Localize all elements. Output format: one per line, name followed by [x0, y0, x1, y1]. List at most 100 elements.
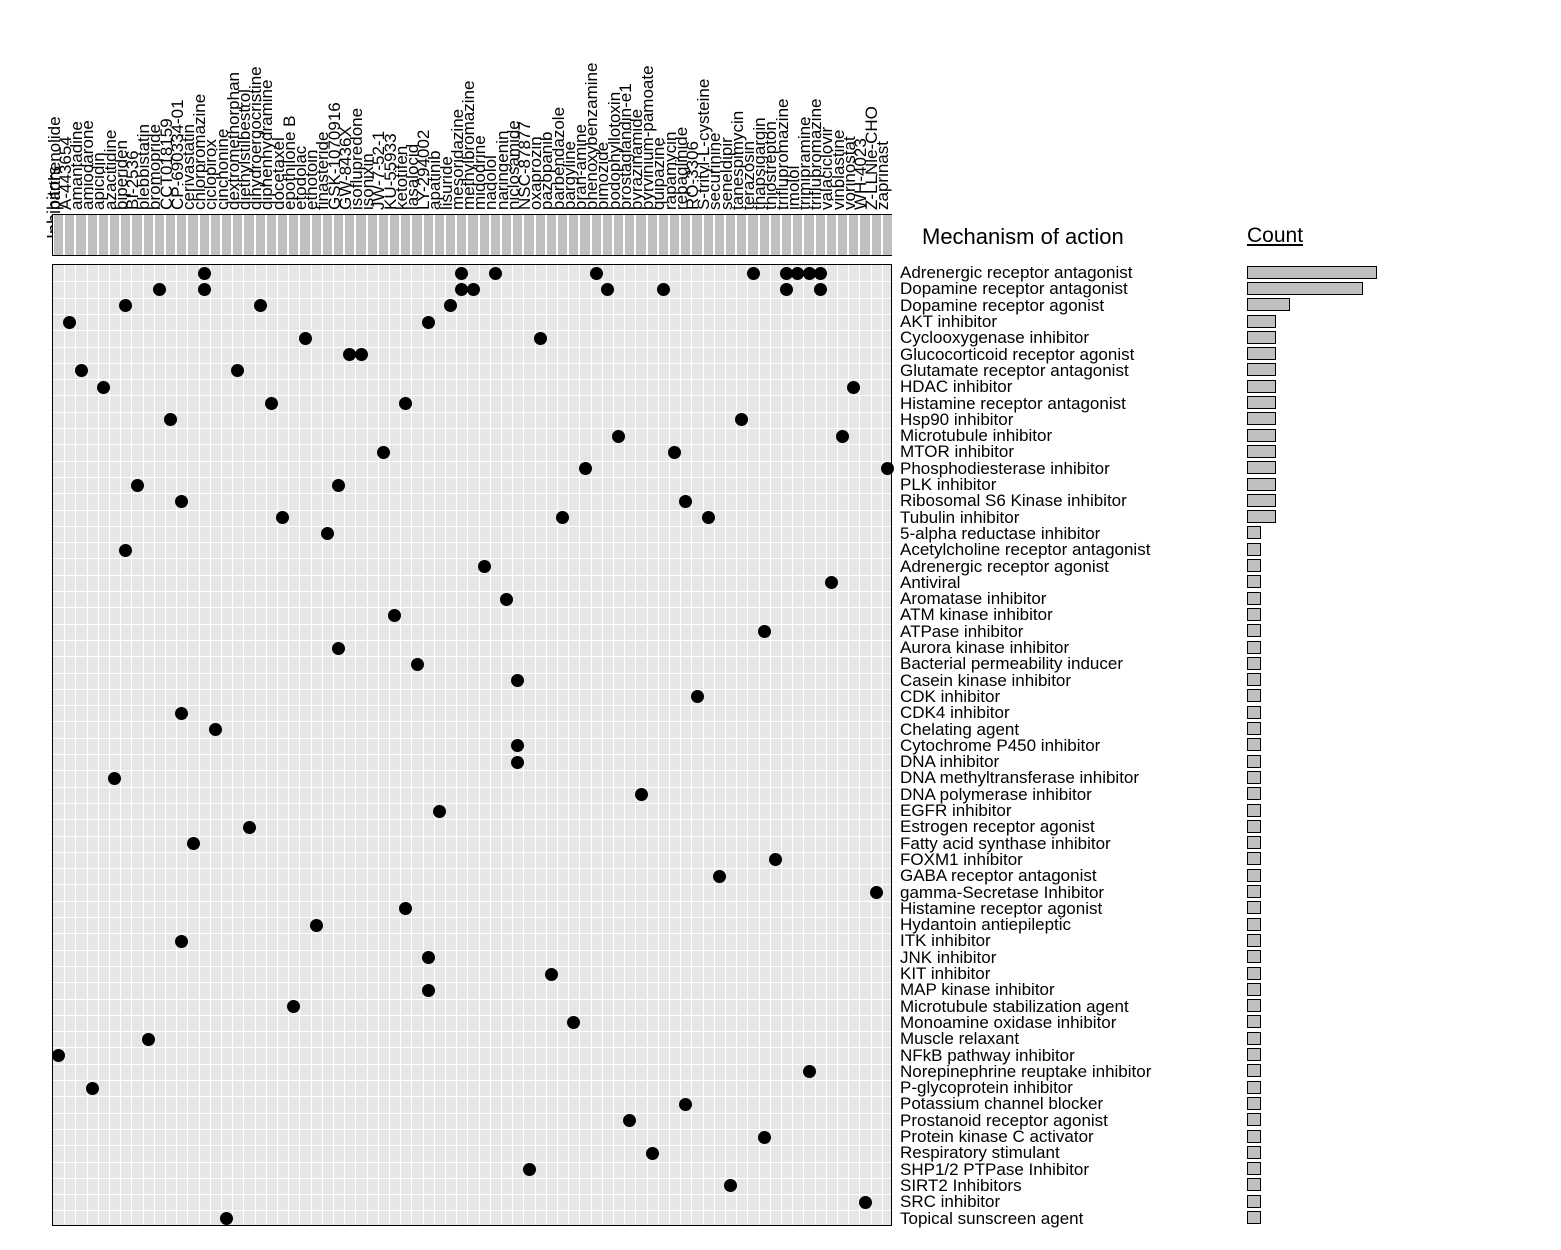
- matrix-dot: [175, 495, 188, 508]
- matrix-dot: [612, 430, 625, 443]
- matrix-dot: [422, 951, 435, 964]
- header-cell: [434, 215, 445, 255]
- count-bar: [1247, 592, 1261, 605]
- matrix-dot: [399, 902, 412, 915]
- header-cell: [658, 215, 669, 255]
- matrix-dot: [511, 674, 524, 687]
- matrix-dot: [713, 870, 726, 883]
- header-cell: [759, 215, 770, 255]
- header-cell: [87, 215, 98, 255]
- row-label: HDAC inhibitor: [900, 378, 1012, 395]
- matrix-dot: [489, 267, 502, 280]
- matrix-dot: [500, 593, 513, 606]
- matrix-dot: [198, 267, 211, 280]
- header-cell: [221, 215, 232, 255]
- count-bar: [1247, 1097, 1261, 1110]
- header-cell: [199, 215, 210, 255]
- count-bar: [1247, 885, 1261, 898]
- matrix-dot: [299, 332, 312, 345]
- matrix-dot: [220, 1212, 233, 1225]
- count-bar: [1247, 689, 1261, 702]
- header-cell: [568, 215, 579, 255]
- count-bar: [1247, 999, 1261, 1012]
- count-bar: [1247, 624, 1261, 637]
- matrix-dot: [803, 1065, 816, 1078]
- count-bar: [1247, 722, 1261, 735]
- matrix-dot: [243, 821, 256, 834]
- header-cell: [602, 215, 613, 255]
- row-label: Acetylcholine receptor antagonist: [900, 541, 1150, 558]
- header-cell: [546, 215, 557, 255]
- matrix-dot: [847, 381, 860, 394]
- count-bar: [1247, 673, 1261, 686]
- header-cell: [736, 215, 747, 255]
- header-cell: [781, 215, 792, 255]
- header-cell: [154, 215, 165, 255]
- header-cell: [669, 215, 680, 255]
- matrix-dot: [803, 267, 816, 280]
- header-cell: [680, 215, 691, 255]
- matrix-dot: [523, 1163, 536, 1176]
- matrix-dot: [567, 1016, 580, 1029]
- row-label: Respiratory stimulant: [900, 1144, 1060, 1161]
- header-cell: [579, 215, 590, 255]
- count-bar: [1247, 1081, 1261, 1094]
- matrix-dot: [254, 299, 267, 312]
- count-bar: [1247, 983, 1261, 996]
- count-bar: [1247, 869, 1261, 882]
- header-cell: [837, 215, 848, 255]
- matrix-dot: [870, 886, 883, 899]
- matrix-dot: [646, 1147, 659, 1160]
- matrix-dot: [332, 479, 345, 492]
- count-bar: [1247, 543, 1261, 556]
- header-cell: [635, 215, 646, 255]
- header-cell: [826, 215, 837, 255]
- matrix-dot: [97, 381, 110, 394]
- count-bar: [1247, 412, 1276, 425]
- count-bar: [1247, 608, 1261, 621]
- header-cell: [647, 215, 658, 255]
- count-bar: [1247, 1162, 1261, 1175]
- header-cell: [703, 215, 714, 255]
- row-label: Muscle relaxant: [900, 1030, 1019, 1047]
- header-cell: [479, 215, 490, 255]
- count-bar: [1247, 706, 1261, 719]
- row-label: MTOR inhibitor: [900, 443, 1014, 460]
- matrix-dot: [836, 430, 849, 443]
- matrix-dot: [511, 739, 524, 752]
- count-bar: [1247, 363, 1276, 376]
- count-title: Count: [1247, 224, 1303, 248]
- count-bar: [1247, 967, 1261, 980]
- count-bar: [1247, 1195, 1261, 1208]
- matrix-dot: [467, 283, 480, 296]
- header-cell: [232, 215, 243, 255]
- row-label: Topical sunscreen agent: [900, 1210, 1083, 1227]
- matrix-dot: [758, 625, 771, 638]
- header-cell: [770, 215, 781, 255]
- header-cell: [691, 215, 702, 255]
- matrix-dot: [52, 1049, 65, 1062]
- count-bar: [1247, 1032, 1261, 1045]
- matrix-dot: [355, 348, 368, 361]
- header-cell: [120, 215, 131, 255]
- row-label: Adrenergic receptor agonist: [900, 558, 1109, 575]
- matrix-dot: [691, 690, 704, 703]
- header-cell: [333, 215, 344, 255]
- row-label: DNA methyltransferase inhibitor: [900, 769, 1139, 786]
- count-bar: [1247, 266, 1377, 279]
- matrix-dot: [478, 560, 491, 573]
- count-bar: [1247, 396, 1276, 409]
- row-label: Cyclooxygenase inhibitor: [900, 329, 1089, 346]
- matrix-dot: [735, 413, 748, 426]
- matrix-dot: [108, 772, 121, 785]
- heatmap-matrix: [52, 264, 892, 1226]
- count-bar: [1247, 641, 1261, 654]
- count-bar: [1247, 315, 1276, 328]
- matrix-dot: [411, 658, 424, 671]
- count-bar: [1247, 852, 1261, 865]
- count-bar: [1247, 820, 1261, 833]
- matrix-dot: [388, 609, 401, 622]
- matrix-dot: [209, 723, 222, 736]
- header-cell: [187, 215, 198, 255]
- count-bar: [1247, 1130, 1261, 1143]
